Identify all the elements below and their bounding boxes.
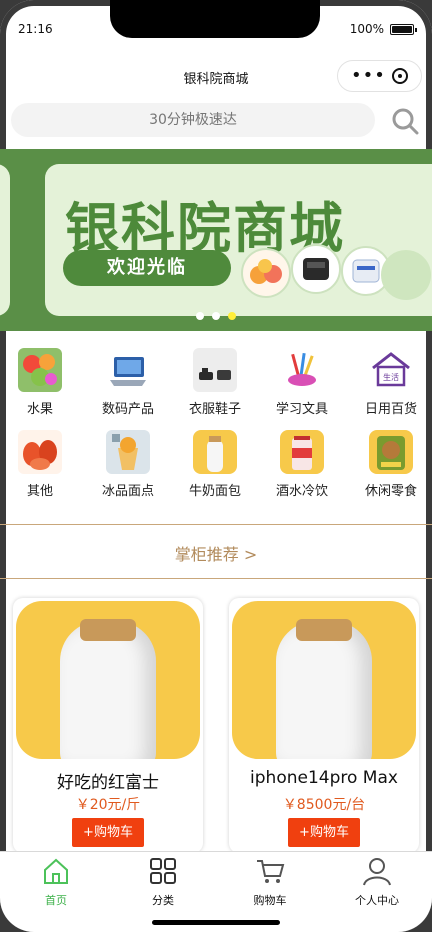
tab-label: 首页 bbox=[45, 894, 67, 907]
more-icon[interactable]: ••• bbox=[351, 67, 386, 85]
fruit-icon bbox=[18, 348, 62, 392]
section-divider-top bbox=[0, 524, 432, 525]
dessert-icon bbox=[106, 430, 150, 474]
carousel-indicator bbox=[196, 312, 236, 320]
category-item-daily[interactable]: 生活 日用百货 bbox=[348, 348, 432, 417]
drink-icon bbox=[280, 430, 324, 474]
tab-label: 个人中心 bbox=[355, 894, 399, 907]
banner-deco-circle bbox=[381, 250, 431, 300]
tab-category[interactable]: 分类 bbox=[109, 856, 217, 908]
carousel-dot bbox=[196, 312, 204, 320]
tab-profile[interactable]: 个人中心 bbox=[323, 856, 431, 908]
banner-fruit-image bbox=[241, 248, 291, 298]
tab-label: 分类 bbox=[152, 894, 174, 907]
shoes-icon bbox=[193, 348, 237, 392]
section-divider-bottom bbox=[0, 578, 432, 579]
product-name: iphone14pro Max bbox=[250, 768, 398, 788]
tab-home[interactable]: 首页 bbox=[2, 856, 110, 908]
crayfish-icon bbox=[18, 430, 62, 474]
battery-status: 100% bbox=[349, 22, 417, 36]
banner-slide[interactable]: 银科院商城 欢迎光临 bbox=[45, 164, 432, 316]
search-input[interactable] bbox=[11, 103, 375, 137]
product-price: ￥20元/斤 bbox=[75, 797, 141, 813]
cork-icon bbox=[296, 619, 352, 641]
battery-text: 100% bbox=[349, 22, 384, 36]
product-price: ￥8500元/台 bbox=[282, 797, 366, 813]
category-item-stationery[interactable]: 学习文具 bbox=[259, 348, 345, 417]
phone-screen: 21:16 100% 银科院商城 ••• 银科院商城 欢迎光临 bbox=[0, 0, 432, 932]
banner-products bbox=[241, 244, 432, 304]
status-bar: 21:16 100% bbox=[0, 22, 432, 42]
carousel-dot-active bbox=[228, 312, 236, 320]
category-label: 休闲零食 bbox=[364, 484, 417, 499]
category-item-drinks[interactable]: 酒水冷饮 bbox=[259, 430, 345, 499]
category-item-dessert[interactable]: 冰品面点 bbox=[85, 430, 171, 499]
category-label: 冰品面点 bbox=[101, 484, 154, 499]
cart-icon bbox=[257, 860, 285, 883]
status-time: 21:16 bbox=[18, 22, 53, 36]
product-card[interactable]: 好吃的红富士 ￥20元/斤 +购物车 bbox=[13, 598, 203, 853]
add-to-cart-button[interactable]: +购物车 bbox=[72, 818, 144, 847]
home-icon bbox=[44, 858, 68, 884]
category-label: 数码产品 bbox=[101, 402, 154, 417]
category-item-fruit[interactable]: 水果 bbox=[0, 348, 83, 417]
recommend-link[interactable]: 掌柜推荐 > bbox=[0, 541, 432, 565]
house-icon: 生活 bbox=[369, 348, 413, 392]
product-card[interactable]: iphone14pro Max ￥8500元/台 +购物车 bbox=[229, 598, 419, 853]
category-item-digital[interactable]: 数码产品 bbox=[85, 348, 171, 417]
category-label: 学习文具 bbox=[275, 402, 328, 417]
navigation-bar: 银科院商城 ••• bbox=[0, 58, 432, 94]
miniprogram-capsule[interactable]: ••• bbox=[337, 60, 422, 92]
milk-icon bbox=[193, 430, 237, 474]
close-circle-icon[interactable] bbox=[391, 68, 408, 84]
battery-icon bbox=[390, 23, 417, 35]
tab-label: 购物车 bbox=[253, 894, 287, 907]
banner-device-image bbox=[291, 244, 341, 294]
category-item-milk[interactable]: 牛奶面包 bbox=[172, 430, 258, 499]
stationery-icon bbox=[280, 348, 324, 392]
banner-welcome-button[interactable]: 欢迎光临 bbox=[63, 250, 231, 286]
category-grid: 水果 数码产品 衣服鞋子 学习文具 生活 日用百货 其他 冰品面点 牛奶面包 酒… bbox=[0, 345, 432, 505]
category-label: 牛奶面包 bbox=[188, 484, 241, 499]
category-label: 衣服鞋子 bbox=[188, 402, 241, 417]
home-indicator bbox=[152, 920, 280, 925]
category-item-other[interactable]: 其他 bbox=[0, 430, 83, 499]
product-name: 好吃的红富士 bbox=[57, 773, 159, 793]
search-bar bbox=[0, 103, 432, 137]
cork-icon bbox=[80, 619, 136, 641]
house-icon-text: 生活 bbox=[383, 372, 399, 382]
user-icon bbox=[363, 858, 391, 886]
banner-carousel[interactable]: 银科院商城 欢迎光临 bbox=[0, 149, 432, 331]
tab-cart[interactable]: 购物车 bbox=[216, 856, 324, 908]
product-image bbox=[232, 601, 416, 759]
snack-icon bbox=[369, 430, 413, 474]
category-label: 酒水冷饮 bbox=[275, 484, 328, 499]
milk-bottle-icon bbox=[276, 621, 372, 759]
banner-prev-slide bbox=[0, 164, 10, 316]
add-to-cart-button[interactable]: +购物车 bbox=[288, 818, 360, 847]
product-image bbox=[16, 601, 200, 759]
carousel-dot bbox=[212, 312, 220, 320]
laptop-icon bbox=[106, 348, 150, 392]
grid-icon bbox=[150, 858, 176, 884]
category-label: 其他 bbox=[26, 484, 53, 499]
search-icon[interactable] bbox=[391, 107, 419, 135]
category-item-snacks[interactable]: 休闲零食 bbox=[348, 430, 432, 499]
milk-bottle-icon bbox=[60, 621, 156, 759]
category-item-clothes[interactable]: 衣服鞋子 bbox=[172, 348, 258, 417]
category-label: 水果 bbox=[26, 402, 53, 417]
category-label: 日用百货 bbox=[364, 402, 417, 417]
